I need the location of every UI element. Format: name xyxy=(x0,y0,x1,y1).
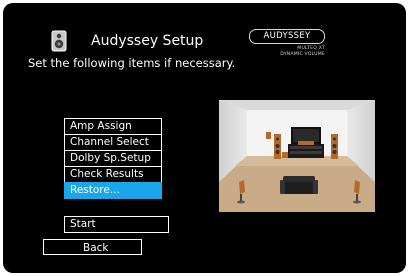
logo-line-2: DYNAMIC VOLUME xyxy=(280,52,325,57)
menu-item-check-results[interactable]: Check Results xyxy=(64,166,162,182)
page-title: Audyssey Setup xyxy=(91,33,204,49)
instruction-text: Set the following items if necessary. xyxy=(28,56,236,70)
menu-item-channel-select[interactable]: Channel Select xyxy=(64,134,162,150)
menu-item-dolby-sp-setup[interactable]: Dolby Sp.Setup xyxy=(64,150,162,166)
logo-badge: AUDYSSEY xyxy=(249,29,325,44)
audyssey-logo: AUDYSSEY MULTEQ XT DYNAMIC VOLUME xyxy=(249,29,327,65)
speaker-room-illustration xyxy=(219,100,375,212)
setup-screen: Audyssey Setup AUDYSSEY MULTEQ XT DYNAMI… xyxy=(3,3,406,273)
setup-menu: Amp Assign Channel Select Dolby Sp.Setup… xyxy=(64,118,162,199)
menu-item-restore[interactable]: Restore... xyxy=(64,182,162,199)
logo-line-1: MULTEQ XT xyxy=(297,46,325,51)
menu-item-amp-assign[interactable]: Amp Assign xyxy=(64,118,162,134)
back-button[interactable]: Back xyxy=(43,239,142,255)
speaker-icon xyxy=(51,30,67,52)
start-button[interactable]: Start xyxy=(64,216,169,233)
